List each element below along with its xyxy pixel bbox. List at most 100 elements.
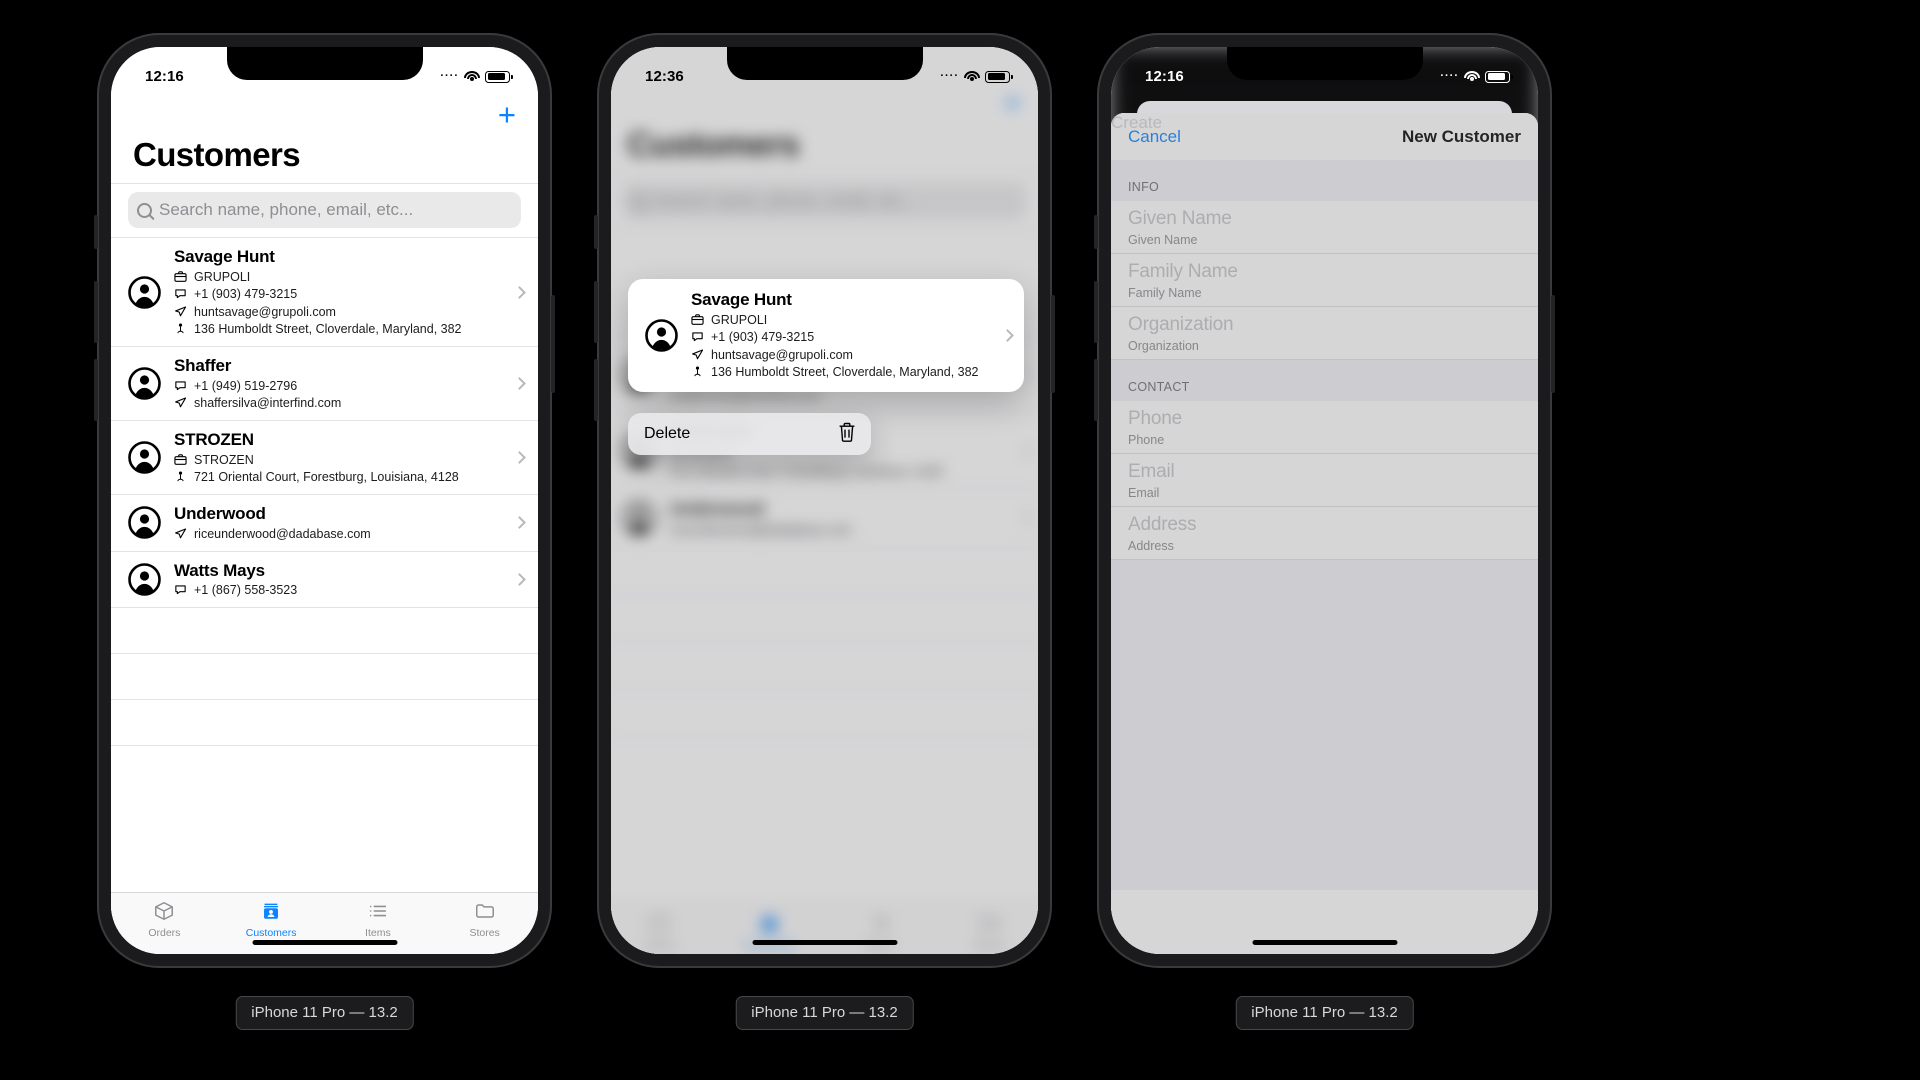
customer-email: huntsavage@grupoli.com <box>691 347 995 363</box>
device-caption: iPhone 11 Pro — 13.2 <box>1235 996 1414 1030</box>
message-icon <box>691 330 704 343</box>
customer-organization: GRUPOLI <box>691 312 995 328</box>
chevron-right-icon <box>513 572 526 586</box>
customers-list: Savage Hunt GRUPOLI +1 (903) 479-3215 hu… <box>111 238 538 892</box>
briefcase-icon <box>174 270 187 283</box>
list-item[interactable]: Savage Hunt GRUPOLI +1 (903) 479-3215 hu… <box>111 238 538 347</box>
mute-switch[interactable] <box>1094 215 1098 249</box>
customers-icon <box>260 899 282 923</box>
notch <box>726 47 923 80</box>
notch <box>1226 47 1423 80</box>
wifi-icon <box>964 70 980 83</box>
empty-list-row <box>111 608 538 654</box>
customer-name: Underwood <box>174 504 266 523</box>
avatar <box>128 441 161 474</box>
avatar <box>128 562 161 596</box>
empty-list-row <box>111 700 538 746</box>
customer-name: Savage Hunt <box>174 247 275 266</box>
paper-plane-icon <box>174 396 187 409</box>
cellular-icon: ···· <box>940 70 959 82</box>
dimming-overlay[interactable] <box>611 47 1038 954</box>
message-icon <box>174 379 187 392</box>
device-caption: iPhone 11 Pro — 13.2 <box>235 996 414 1030</box>
customer-name: Savage Hunt <box>691 290 792 309</box>
customer-phone: +1 (867) 558-3523 <box>174 582 507 598</box>
paper-plane-icon <box>174 305 187 318</box>
tab-customers[interactable]: Customers <box>218 899 325 954</box>
volume-up-button[interactable] <box>594 281 598 343</box>
customer-name: Shaffer <box>174 356 232 375</box>
list-item[interactable]: STROZEN STROZEN 721 Oriental Court, Fore… <box>111 421 538 495</box>
chevron-right-icon <box>1001 328 1014 342</box>
avatar <box>128 367 161 400</box>
device-bezel: 12:16 ···· + Customers Search name, phon… <box>94 33 555 968</box>
customers-list-screen: + Customers Search name, phone, email, e… <box>111 47 538 954</box>
status-time: 12:36 <box>645 68 684 85</box>
device-phone-3: 12:16 ···· Cancel New Customer Create IN… <box>1094 33 1555 1030</box>
chevron-right-icon <box>513 377 526 390</box>
list-item[interactable]: Shaffer +1 (949) 519-2796 shaffersilva@i… <box>111 347 538 421</box>
device-phone-2: 12:36 ···· + Customers Search name, phon… <box>594 33 1055 1030</box>
context-menu-delete[interactable]: Delete <box>628 413 871 455</box>
home-indicator[interactable] <box>752 940 897 945</box>
avatar <box>128 275 161 309</box>
customer-address: 136 Humboldt Street, Cloverdale, Marylan… <box>174 321 507 337</box>
create-button[interactable]: Create <box>1111 113 1538 954</box>
search-input[interactable]: Search name, phone, email, etc... <box>128 192 521 228</box>
home-indicator[interactable] <box>1252 940 1397 945</box>
search-placeholder: Search name, phone, email, etc... <box>159 200 414 219</box>
home-indicator[interactable] <box>252 940 397 945</box>
tab-orders[interactable]: Orders <box>111 899 218 954</box>
briefcase-icon <box>174 453 187 466</box>
list-item[interactable]: Underwood riceunderwood@dadabase.com <box>111 495 538 552</box>
customer-phone: +1 (903) 479-3215 <box>691 329 995 345</box>
power-button[interactable] <box>1551 295 1555 393</box>
volume-down-button[interactable] <box>94 359 98 421</box>
customer-address: 721 Oriental Court, Forestburg, Louisian… <box>174 469 507 485</box>
briefcase-icon <box>691 313 704 326</box>
volume-down-button[interactable] <box>594 359 598 421</box>
tab-label: Items <box>365 927 391 939</box>
sheet-navigation-bar: Cancel New Customer Create <box>1111 113 1538 954</box>
volume-up-button[interactable] <box>1094 281 1098 343</box>
customer-organization: STROZEN <box>174 452 507 468</box>
device-bezel: 12:16 ···· Cancel New Customer Create IN… <box>1094 33 1555 968</box>
cellular-icon: ···· <box>1440 70 1459 82</box>
customer-name: STROZEN <box>174 430 254 449</box>
volume-down-button[interactable] <box>1094 359 1098 421</box>
new-customer-screen: Cancel New Customer Create INFO Given Na… <box>1111 47 1538 954</box>
list-item[interactable]: Watts Mays +1 (867) 558-3523 <box>111 552 538 608</box>
customer-email: shaffersilva@interfind.com <box>174 395 507 411</box>
customer-name: Watts Mays <box>174 560 265 580</box>
phone-1-screen: 12:16 ···· + Customers Search name, phon… <box>111 47 538 954</box>
customer-email: riceunderwood@dadabase.com <box>174 526 507 542</box>
notch <box>226 47 423 80</box>
wifi-icon <box>464 70 480 83</box>
phone-3-screen: 12:16 ···· Cancel New Customer Create IN… <box>1111 47 1538 954</box>
power-button[interactable] <box>1051 295 1055 393</box>
volume-up-button[interactable] <box>94 281 98 343</box>
screenshot-stage: 12:16 ···· + Customers Search name, phon… <box>0 0 1920 1080</box>
list-icon <box>367 899 389 923</box>
battery-icon <box>485 70 513 83</box>
customer-address: 136 Humboldt Street, Cloverdale, Marylan… <box>691 364 995 380</box>
tab-items[interactable]: Items <box>325 899 432 954</box>
new-customer-sheet: Cancel New Customer Create INFO Given Na… <box>1111 113 1538 954</box>
highlighted-customer-card[interactable]: Savage Hunt GRUPOLI +1 (903) 479-3215 hu… <box>628 279 1024 392</box>
add-customer-button[interactable]: + <box>498 99 516 130</box>
chevron-right-icon <box>513 516 526 530</box>
tab-stores[interactable]: Stores <box>431 899 538 954</box>
wifi-icon <box>1464 70 1480 83</box>
cellular-icon: ···· <box>440 70 459 82</box>
chevron-right-icon <box>513 451 526 464</box>
chevron-right-icon <box>513 285 526 299</box>
power-button[interactable] <box>551 295 555 393</box>
context-menu-screen: + Customers Search name, phone, email, e… <box>611 47 1038 954</box>
status-time: 12:16 <box>145 68 184 85</box>
customer-email: huntsavage@grupoli.com <box>174 304 507 320</box>
device-phone-1: 12:16 ···· + Customers Search name, phon… <box>94 33 555 1030</box>
mute-switch[interactable] <box>594 215 598 249</box>
mute-switch[interactable] <box>94 215 98 249</box>
message-icon <box>174 287 187 300</box>
paper-plane-icon <box>691 348 704 361</box>
